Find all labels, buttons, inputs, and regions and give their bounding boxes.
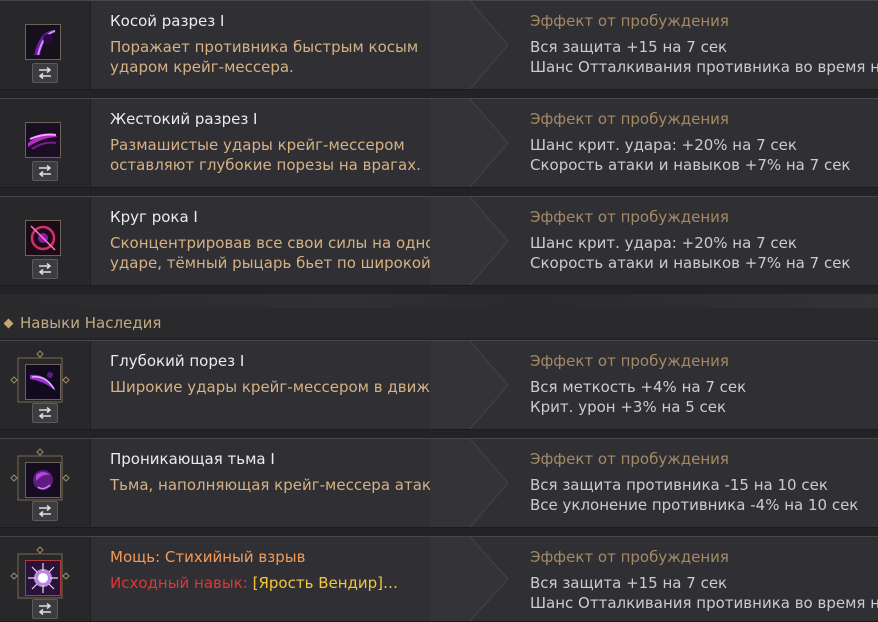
icon-column bbox=[0, 537, 91, 621]
desc-line: ударом крейг-мессера. bbox=[110, 58, 294, 76]
skill-info: Косой разрез I Поражает противника быстр… bbox=[110, 11, 470, 77]
effect-title: Эффект от пробуждения bbox=[530, 12, 729, 30]
chevron-divider bbox=[430, 197, 509, 285]
effect-line: Вся защита противника -15 на 10 сек bbox=[530, 476, 828, 494]
chevron-divider bbox=[430, 439, 509, 527]
effect-line: Вся меткость +4% на 7 сек bbox=[530, 378, 747, 396]
awakening-effect: Эффект от пробуждения Вся защита противн… bbox=[530, 449, 878, 515]
icon-column bbox=[0, 197, 91, 285]
skill-title: Круг рока I bbox=[110, 208, 198, 226]
effect-title: Эффект от пробуждения bbox=[530, 352, 729, 370]
skill-row-zhestokiy-razrez[interactable]: Жестокий разрез I Размашистые удары крей… bbox=[0, 98, 878, 188]
deep-cut-icon[interactable] bbox=[25, 364, 61, 400]
skill-row-glubokiy-porez[interactable]: Глубокий порез I Широкие удары крейг-мес… bbox=[0, 340, 878, 430]
chevron-divider bbox=[430, 1, 509, 89]
effect-line: Скорость атаки и навыков +7% на 7 сек bbox=[530, 156, 851, 174]
awakening-effect: Эффект от пробуждения Вся защита +15 на … bbox=[530, 547, 878, 613]
effect-title: Эффект от пробуждения bbox=[530, 110, 729, 128]
icon-column bbox=[0, 1, 91, 89]
effect-line: Шанс крит. удара: +20% на 7 сек bbox=[530, 136, 797, 154]
swap-icon bbox=[38, 165, 52, 177]
desc-line: оставляют глубокие порезы на врагах. bbox=[110, 156, 421, 174]
swap-button[interactable] bbox=[32, 599, 58, 619]
swap-button[interactable] bbox=[32, 161, 58, 181]
icon-column bbox=[0, 341, 91, 429]
effect-line: Скорость атаки и навыков +7% на 7 сек bbox=[530, 254, 851, 272]
skill-info: Проникающая тьма I Тьма, наполняющая кре… bbox=[110, 449, 470, 495]
skill-description: Поражает противника быстрым косым ударом… bbox=[110, 37, 470, 77]
skill-description: Широкие удары крейг-мессером в движени… bbox=[110, 377, 470, 397]
swap-button[interactable] bbox=[32, 501, 58, 521]
swap-button[interactable] bbox=[32, 63, 58, 83]
effect-line: Вся защита +15 на 7 сек bbox=[530, 574, 728, 592]
skill-description: Исходный навык: [Ярость Вендир]… bbox=[110, 573, 470, 593]
skill-info: Жестокий разрез I Размашистые удары крей… bbox=[110, 109, 470, 175]
effect-title: Эффект от пробуждения bbox=[530, 208, 729, 226]
cut-icon[interactable] bbox=[25, 122, 61, 158]
source-skill-label: Исходный навык: bbox=[110, 574, 248, 592]
circle-icon[interactable] bbox=[25, 220, 61, 256]
skill-row-pronikayushchaya-tma[interactable]: Проникающая тьма I Тьма, наполняющая кре… bbox=[0, 438, 878, 528]
desc-line: Размашистые удары крейг-мессером bbox=[110, 136, 405, 154]
awakening-effect: Эффект от пробуждения Вся меткость +4% н… bbox=[530, 351, 878, 417]
legacy-skills-header: Навыки Наследия bbox=[0, 308, 878, 338]
desc-line: Широкие удары крейг-мессером в движени… bbox=[110, 378, 470, 396]
skill-row-krug-roka[interactable]: Круг рока I Сконцентрировав все свои сил… bbox=[0, 196, 878, 286]
burst-icon[interactable] bbox=[25, 560, 61, 596]
desc-line: Тьма, наполняющая крейг-мессера атакует … bbox=[110, 476, 470, 494]
icon-column bbox=[0, 439, 91, 527]
skill-row-moshch-stikhiyny-vzryv[interactable]: Мощь: Стихийный взрыв Исходный навык: [Я… bbox=[0, 536, 878, 622]
section-divider bbox=[0, 294, 878, 308]
desc-line: Поражает противника быстрым косым bbox=[110, 38, 419, 56]
source-skill-link[interactable]: [Ярость Вендир]… bbox=[253, 574, 398, 592]
swap-button[interactable] bbox=[32, 403, 58, 423]
effect-title: Эффект от пробуждения bbox=[530, 548, 729, 566]
swap-icon bbox=[38, 407, 52, 419]
swap-button[interactable] bbox=[32, 259, 58, 279]
skill-info: Глубокий порез I Широкие удары крейг-мес… bbox=[110, 351, 470, 397]
icon-column bbox=[0, 99, 91, 187]
effect-line: Крит. урон +3% на 5 сек bbox=[530, 398, 727, 416]
awakening-effect: Эффект от пробуждения Шанс крит. удара: … bbox=[530, 207, 878, 273]
skill-description: Размашистые удары крейг-мессером оставля… bbox=[110, 135, 470, 175]
effect-title: Эффект от пробуждения bbox=[530, 450, 729, 468]
skill-info: Круг рока I Сконцентрировав все свои сил… bbox=[110, 207, 470, 273]
skill-title: Проникающая тьма I bbox=[110, 450, 275, 468]
skill-title: Глубокий порез I bbox=[110, 352, 245, 370]
effect-line: Шанс Отталкивания противника во время н… bbox=[530, 594, 878, 612]
effect-line: Все уклонение противника -4% на 10 сек bbox=[530, 496, 859, 514]
skill-title: Косой разрез I bbox=[110, 12, 225, 30]
desc-line: Сконцентрировав все свои силы на одном bbox=[110, 234, 446, 252]
effect-line: Шанс крит. удара: +20% на 7 сек bbox=[530, 234, 797, 252]
chevron-divider bbox=[430, 99, 509, 187]
swap-icon bbox=[38, 263, 52, 275]
skill-description: Тьма, наполняющая крейг-мессера атакует … bbox=[110, 475, 470, 495]
chevron-divider bbox=[430, 537, 509, 621]
skill-title: Мощь: Стихийный взрыв bbox=[110, 548, 306, 566]
chevron-divider bbox=[430, 341, 509, 429]
swap-icon bbox=[38, 505, 52, 517]
awakening-effect: Эффект от пробуждения Вся защита +15 на … bbox=[530, 11, 878, 77]
diamond-icon bbox=[3, 318, 14, 329]
effect-line: Вся защита +15 на 7 сек bbox=[530, 38, 728, 56]
awakening-effect: Эффект от пробуждения Шанс крит. удара: … bbox=[530, 109, 878, 175]
skill-row-kosoy-razrez[interactable]: Косой разрез I Поражает противника быстр… bbox=[0, 0, 878, 90]
section-title: Навыки Наследия bbox=[20, 314, 162, 332]
effect-line: Шанс Отталкивания противника во время н… bbox=[530, 58, 878, 76]
swap-icon bbox=[38, 67, 52, 79]
skill-info: Мощь: Стихийный взрыв Исходный навык: [Я… bbox=[110, 547, 470, 593]
skill-description: Сконцентрировав все свои силы на одном у… bbox=[110, 233, 470, 273]
darkness-icon[interactable] bbox=[25, 462, 61, 498]
desc-line: ударе, тёмный рыцарь бьет по широкой дуг… bbox=[110, 254, 470, 272]
skill-title: Жестокий разрез I bbox=[110, 110, 258, 128]
swap-icon bbox=[38, 603, 52, 615]
slash-icon[interactable] bbox=[25, 24, 61, 60]
